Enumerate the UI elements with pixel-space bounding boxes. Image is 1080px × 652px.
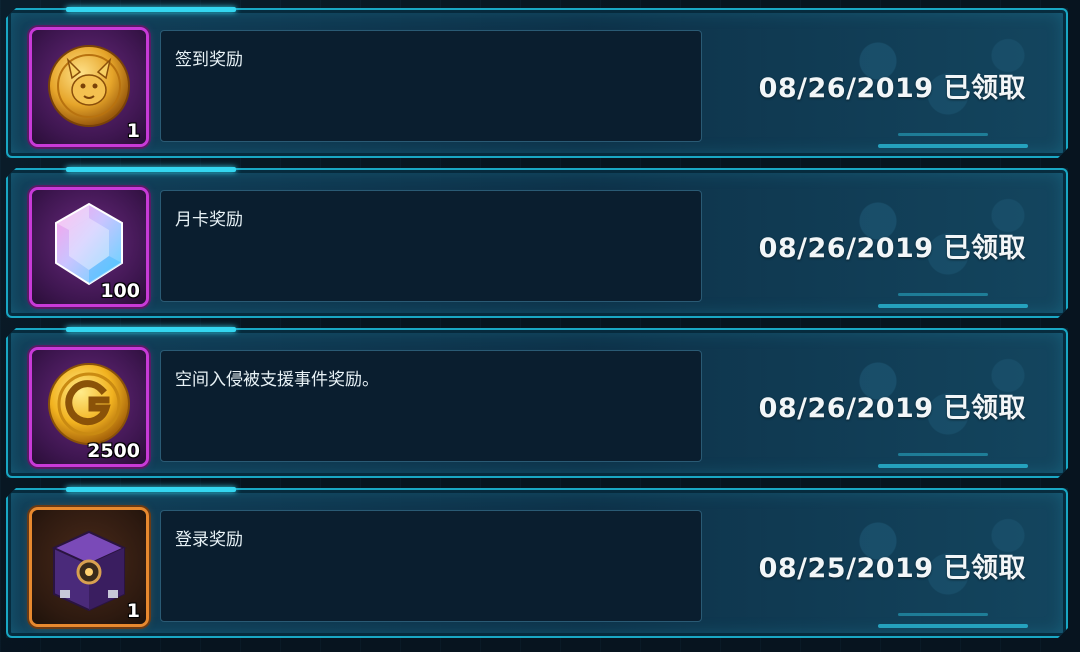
row-accent-line: [898, 293, 988, 296]
claim-date: 08/25/2019: [758, 553, 934, 584]
claim-status: 08/26/2019 已领取: [759, 66, 1026, 105]
row-accent-line: [878, 624, 1028, 628]
description-box: 月卡奖励: [160, 190, 702, 302]
item-quantity: 2500: [87, 440, 140, 462]
row-accent-line: [66, 7, 236, 12]
claim-date: 08/26/2019: [758, 73, 934, 104]
reward-title: 登录奖励: [175, 530, 243, 550]
row-accent-line: [898, 453, 988, 456]
reward-title: 月卡奖励: [175, 210, 243, 230]
row-accent-line: [66, 167, 236, 172]
row-accent-line: [878, 464, 1028, 468]
claim-status: 08/26/2019 已领取: [759, 226, 1026, 265]
claim-status-label: 已领取: [943, 553, 1026, 584]
reward-item-slot[interactable]: 1: [32, 510, 146, 624]
reward-row[interactable]: 1 签到奖励 08/26/2019 已领取: [6, 7, 1068, 158]
reward-row[interactable]: 100 月卡奖励 08/26/2019 已领取: [6, 167, 1068, 318]
item-quantity: 1: [126, 600, 140, 622]
description-box: 签到奖励: [160, 30, 702, 142]
reward-row[interactable]: 2500 空间入侵被支援事件奖励。 08/26/2019 已领取: [6, 327, 1068, 478]
row-accent-line: [66, 327, 236, 332]
reward-title: 空间入侵被支援事件奖励。: [175, 370, 379, 390]
row-accent-line: [878, 304, 1028, 308]
claim-status-label: 已领取: [943, 393, 1026, 424]
row-accent-line: [898, 613, 988, 616]
description-box: 登录奖励: [160, 510, 702, 622]
row-accent-line: [878, 144, 1028, 148]
claim-date: 08/26/2019: [758, 233, 934, 264]
reward-item-slot[interactable]: 2500: [32, 350, 146, 464]
item-quantity: 100: [100, 280, 140, 302]
item-quantity: 1: [126, 120, 140, 142]
row-accent-line: [66, 487, 236, 492]
claim-date: 08/26/2019: [758, 393, 934, 424]
reward-row[interactable]: 1 登录奖励 08/25/2019 已领取: [6, 487, 1068, 638]
row-accent-line: [898, 133, 988, 136]
claim-status-label: 已领取: [943, 233, 1026, 264]
claim-status-label: 已领取: [943, 73, 1026, 104]
reward-item-slot[interactable]: 100: [32, 190, 146, 304]
description-box: 空间入侵被支援事件奖励。: [160, 350, 702, 462]
claim-status: 08/25/2019 已领取: [759, 546, 1026, 585]
reward-title: 签到奖励: [175, 50, 243, 70]
reward-item-slot[interactable]: 1: [32, 30, 146, 144]
claim-status: 08/26/2019 已领取: [759, 386, 1026, 425]
